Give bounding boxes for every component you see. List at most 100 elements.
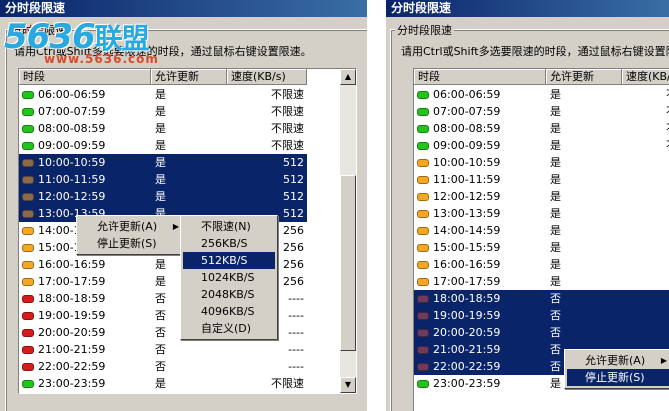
watermark-logo: 5636联盟 xyxy=(4,17,150,57)
menu-item-stop-update[interactable]: 停止更新(S) xyxy=(567,369,669,386)
table-row[interactable]: 13:00-13:59 是 xyxy=(414,205,669,222)
table-row[interactable]: 10:00-10:59 是 512 xyxy=(19,154,307,171)
time-label: 08:00-08:59 xyxy=(433,122,501,135)
allow-cell: 是 xyxy=(550,173,561,186)
menu-item-label: 停止更新(S) xyxy=(97,237,157,250)
menu-item-label: 允许更新(A) xyxy=(97,220,158,233)
table-row[interactable]: 18:00-18:59 否 xyxy=(414,290,669,307)
speed-cell xyxy=(622,222,669,239)
table-row[interactable]: 15:00-15:59 是 xyxy=(414,239,669,256)
table-row[interactable]: 11:00-11:59 是 512 xyxy=(19,171,307,188)
allow-cell: 是 xyxy=(155,105,166,118)
status-icon xyxy=(22,141,34,150)
submenu-item[interactable]: 1024KB/S xyxy=(183,269,275,286)
speed-cell xyxy=(622,154,669,171)
table-row[interactable]: 12:00-12:59 是 xyxy=(414,188,669,205)
table-row[interactable]: 09:00-09:59 是 不限速 xyxy=(414,137,669,154)
time-label: 09:00-09:59 xyxy=(38,139,106,152)
time-cell: 20:00-20:59 xyxy=(19,324,151,341)
menu-item-stop-update[interactable]: 停止更新(S) xyxy=(79,235,183,252)
table-row[interactable]: 06:00-06:59 是 不限速 xyxy=(19,86,307,103)
status-icon xyxy=(417,226,429,235)
speed-cell: 不限速 xyxy=(271,139,304,152)
scroll-down-button[interactable]: ▼ xyxy=(340,377,356,393)
table-row[interactable]: 12:00-12:59 是 512 xyxy=(19,188,307,205)
speed-cell xyxy=(622,205,669,222)
submenu-item[interactable]: 4096KB/S xyxy=(183,303,275,320)
status-icon xyxy=(417,141,429,150)
submenu-item[interactable]: 自定义(D) xyxy=(183,320,275,337)
status-icon xyxy=(22,175,34,184)
speed-cell xyxy=(622,307,669,324)
table-row[interactable]: 22:00-22:59 否 ---- xyxy=(19,358,307,375)
table-row[interactable]: 17:00-17:59 是 xyxy=(414,273,669,290)
table-row[interactable]: 23:00-23:59 是 不限速 xyxy=(19,375,307,392)
status-icon xyxy=(417,362,429,371)
time-cell: 06:00-06:59 xyxy=(414,86,546,103)
time-cell: 17:00-17:59 xyxy=(19,273,151,290)
time-label: 19:00-19:59 xyxy=(433,309,501,322)
speed-cell: 512 xyxy=(283,190,304,203)
table-row[interactable]: 20:00-20:59 否 xyxy=(414,324,669,341)
column-header-speed[interactable]: 速度(KB/s) xyxy=(227,69,307,85)
time-label: 11:00-11:59 xyxy=(433,173,501,186)
scroll-thumb[interactable] xyxy=(340,175,356,351)
speed-cell: 不限速 xyxy=(622,120,669,137)
menu-item-label: 允许更新(A) xyxy=(585,354,646,367)
time-label: 23:00-23:59 xyxy=(433,377,501,390)
status-icon xyxy=(22,124,34,133)
vertical-scrollbar[interactable]: ▲ ▼ xyxy=(340,69,356,393)
table-row[interactable]: 21:00-21:59 否 ---- xyxy=(19,341,307,358)
allow-cell: 是 xyxy=(550,122,561,135)
status-icon xyxy=(22,226,34,235)
table-row[interactable]: 09:00-09:59 是 不限速 xyxy=(19,137,307,154)
menu-item-allow-update[interactable]: 允许更新(A) ▶ xyxy=(567,352,669,369)
status-icon xyxy=(22,260,34,269)
list-header: 时段 允许更新 速度(KB/s) xyxy=(19,69,307,85)
table-row[interactable]: 11:00-11:59 是 xyxy=(414,171,669,188)
speed-cell xyxy=(622,256,669,273)
status-icon xyxy=(417,260,429,269)
column-header-allow[interactable]: 允许更新 xyxy=(546,69,622,85)
speed-cell: 不限速 xyxy=(622,103,669,120)
submenu-item[interactable]: 2048KB/S xyxy=(183,286,275,303)
allow-cell: 是 xyxy=(155,190,166,203)
column-header-speed[interactable]: 速度(KB/s) xyxy=(622,69,669,85)
time-label: 07:00-07:59 xyxy=(433,105,501,118)
table-row[interactable]: 07:00-07:59 是 不限速 xyxy=(19,103,307,120)
table-row[interactable]: 16:00-16:59 是 xyxy=(414,256,669,273)
table-row[interactable]: 14:00-14:59 是 xyxy=(414,222,669,239)
allow-cell: 是 xyxy=(155,88,166,101)
table-row[interactable]: 07:00-07:59 是 不限速 xyxy=(414,103,669,120)
time-cell: 17:00-17:59 xyxy=(414,273,546,290)
time-cell: 11:00-11:59 xyxy=(19,171,151,188)
submenu-item[interactable]: 不限速(N) xyxy=(183,218,275,235)
time-cell: 18:00-18:59 xyxy=(19,290,151,307)
allow-cell: 否 xyxy=(550,326,561,339)
submenu-item[interactable]: 512KB/S xyxy=(183,252,275,269)
time-cell: 10:00-10:59 xyxy=(414,154,546,171)
scroll-up-button[interactable]: ▲ xyxy=(340,69,356,85)
submenu-arrow-icon: ▶ xyxy=(172,222,179,231)
time-cell: 13:00-13:59 xyxy=(414,205,546,222)
speed-cell xyxy=(622,239,669,256)
menu-item-allow-update[interactable]: 允许更新(A) ▶ xyxy=(79,218,183,235)
status-icon xyxy=(22,158,34,167)
allow-cell: 是 xyxy=(155,173,166,186)
column-header-allow[interactable]: 允许更新 xyxy=(151,69,227,85)
table-row[interactable]: 08:00-08:59 是 不限速 xyxy=(414,120,669,137)
table-row[interactable]: 06:00-06:59 是 不限速 xyxy=(414,86,669,103)
status-icon xyxy=(22,294,34,303)
submenu-item[interactable]: 256KB/S xyxy=(183,235,275,252)
table-row[interactable]: 19:00-19:59 否 xyxy=(414,307,669,324)
column-header-time[interactable]: 时段 xyxy=(414,69,546,85)
speed-cell xyxy=(622,188,669,205)
panel-gap xyxy=(367,0,386,411)
column-header-time[interactable]: 时段 xyxy=(19,69,151,85)
table-row[interactable]: 10:00-10:59 是 xyxy=(414,154,669,171)
speed-cell: 不限速 xyxy=(622,86,669,103)
table-row[interactable]: 08:00-08:59 是 不限速 xyxy=(19,120,307,137)
time-cell: 20:00-20:59 xyxy=(414,324,546,341)
time-cell: 11:00-11:59 xyxy=(414,171,546,188)
allow-cell: 是 xyxy=(550,275,561,288)
